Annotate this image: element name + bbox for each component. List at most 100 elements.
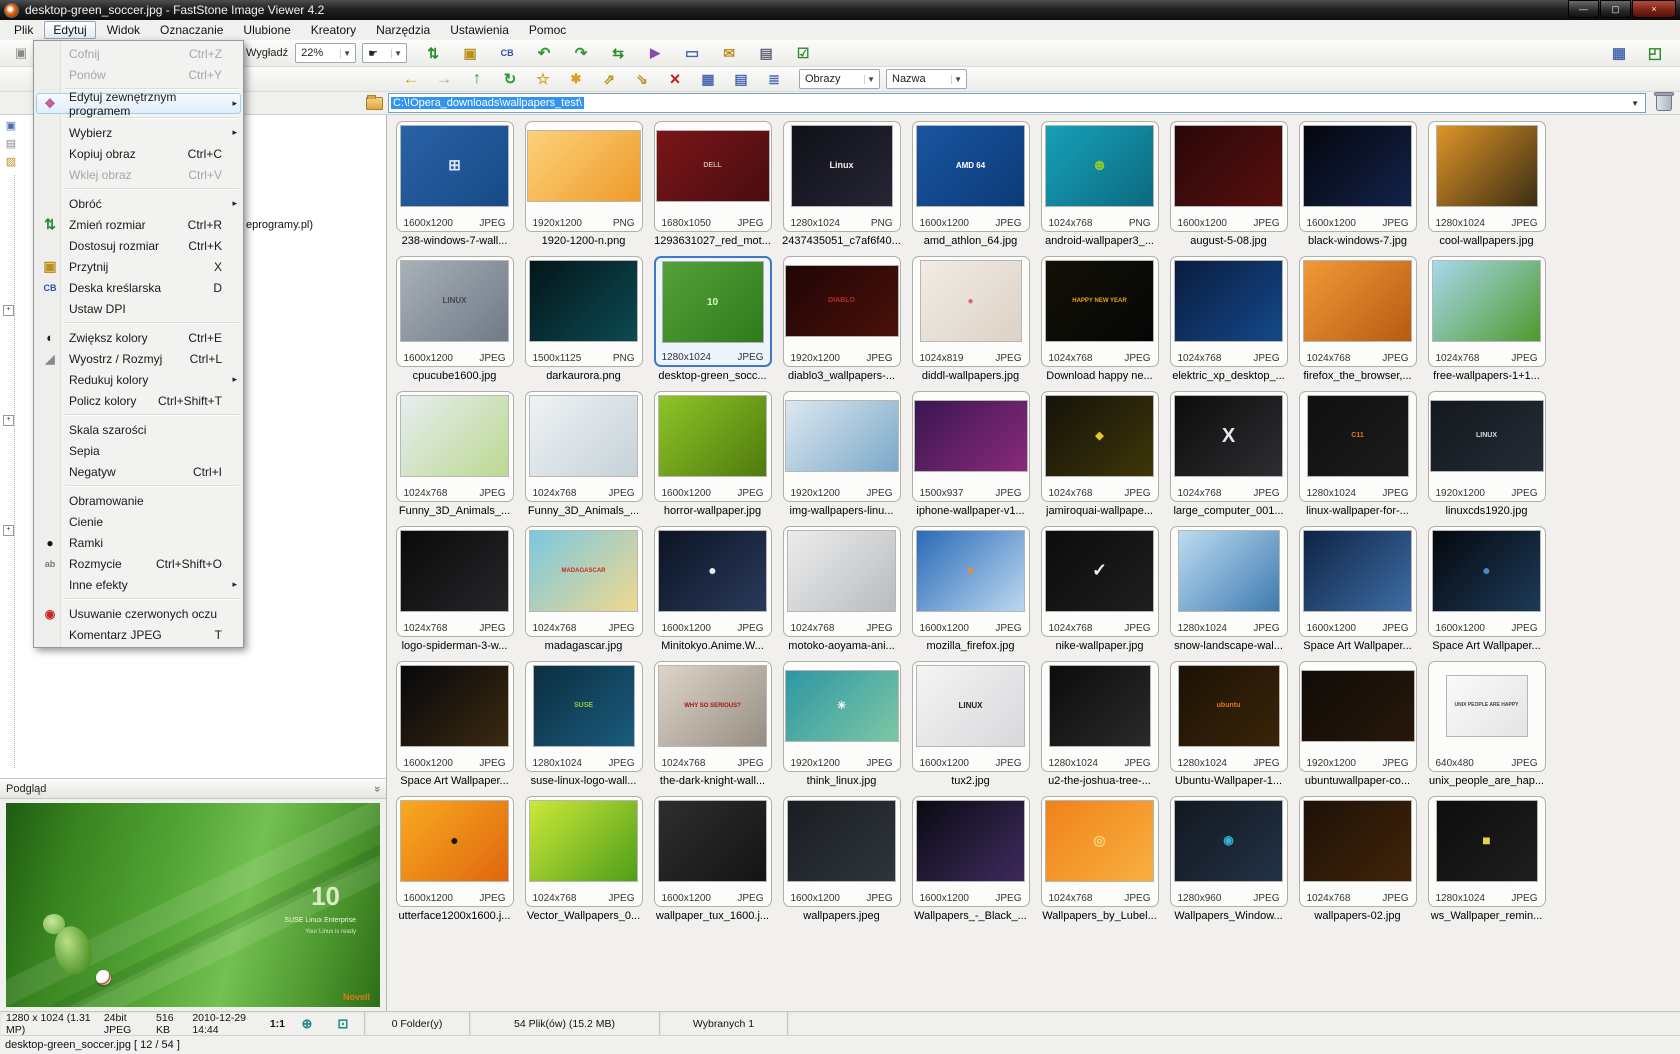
new-folder-icon[interactable]: ✱ <box>561 67 591 91</box>
file-item[interactable]: 1920x1200 JPEG img-wallpapers-linu... <box>777 391 906 526</box>
delete-icon[interactable]: × <box>660 67 690 91</box>
favorites-icon[interactable]: ☆ <box>528 67 558 91</box>
forward-icon[interactable]: → <box>429 67 459 91</box>
file-item[interactable]: 1600x1200 JPEG august-5-08.jpg <box>1164 121 1293 256</box>
file-item[interactable]: 1600x1200 JPEG horror-wallpaper.jpg <box>648 391 777 526</box>
file-item[interactable]: 1920x1200 JPEG ubuntuwallpaper-co... <box>1293 661 1422 796</box>
file-item[interactable]: LINUX 1600x1200 JPEG tux2.jpg <box>906 661 1035 796</box>
file-item[interactable]: 1500x1125 PNG darkaurora.png <box>519 256 648 391</box>
panel-toggle-icon[interactable]: ▣ <box>6 41 36 65</box>
file-item[interactable]: ☻ 1024x768 PNG android-wallpaper3_... <box>1035 121 1164 256</box>
file-item[interactable]: LINUX 1920x1200 JPEG linuxcds1920.jpg <box>1422 391 1551 526</box>
file-item[interactable]: 1024x768 JPEG motoko-aoyama-ani... <box>777 526 906 661</box>
menu-item-redukuj-kolory[interactable]: Redukuj kolory▸ <box>36 369 241 390</box>
trash-icon[interactable] <box>1656 95 1672 111</box>
fit-window-icon[interactable]: ⊡ <box>328 1012 358 1036</box>
menu-narzędzia[interactable]: Narzędzia <box>367 21 439 39</box>
collapse-chevron-icon[interactable]: » <box>371 785 383 791</box>
file-item[interactable]: AMD 64 1600x1200 JPEG amd_athlon_64.jpg <box>906 121 1035 256</box>
file-item[interactable]: 1600x1200 JPEG black-windows-7.jpg <box>1293 121 1422 256</box>
compare-icon[interactable]: ⇆ <box>603 41 633 65</box>
file-item[interactable]: Linux 1280x1024 PNG 2437435051_c7af6f40.… <box>777 121 906 256</box>
file-item[interactable]: DIABLO 1920x1200 JPEG diablo3_wallpapers… <box>777 256 906 391</box>
zoom-select[interactable]: 22%▼ <box>295 43 356 63</box>
file-item[interactable]: 1280x1024 JPEG cool-wallpapers.jpg <box>1422 121 1551 256</box>
file-item[interactable]: 1280x1024 JPEG snow-landscape-wal... <box>1164 526 1293 661</box>
file-item[interactable]: 1024x768 JPEG wallpapers-02.jpg <box>1293 796 1422 931</box>
file-item[interactable]: ● 1600x1200 JPEG Minitokyo.Anime.W... <box>648 526 777 661</box>
menu-item-obramowanie[interactable]: Obramowanie <box>36 490 241 511</box>
file-item[interactable]: ● 1600x1200 JPEG Space Art Wallpaper... <box>1422 526 1551 661</box>
details-view-icon[interactable]: ▤ <box>726 67 756 91</box>
move-to-icon[interactable]: ⇗ <box>594 67 624 91</box>
file-item[interactable]: 1024x768 JPEG Funny_3D_Animals_... <box>390 391 519 526</box>
tree-node-fragment[interactable]: eprogramy.pl) <box>246 219 313 231</box>
file-item[interactable]: SUSE 1280x1024 JPEG suse-linux-logo-wall… <box>519 661 648 796</box>
menu-item-inne-efekty[interactable]: Inne efekty▸ <box>36 574 241 595</box>
menu-item-wklej-obraz[interactable]: Wklej obrazCtrl+V <box>36 164 241 185</box>
crop-icon[interactable]: ▣ <box>455 41 485 65</box>
menu-item-dostosuj-rozmiar[interactable]: Dostosuj rozmiarCtrl+K <box>36 235 241 256</box>
menu-item-zwiększ-kolory[interactable]: ◐Zwiększ koloryCtrl+E <box>36 327 241 348</box>
menu-item-ponów[interactable]: PonówCtrl+Y <box>36 64 241 85</box>
drawboard-icon[interactable]: CB <box>492 41 522 65</box>
file-item[interactable]: 1024x768 JPEG Funny_3D_Animals_... <box>519 391 648 526</box>
actual-size-icon[interactable]: ⊕ <box>292 1012 322 1036</box>
file-item[interactable]: LINUX 1600x1200 JPEG cpucube1600.jpg <box>390 256 519 391</box>
menu-item-kopiuj-obraz[interactable]: Kopiuj obrazCtrl+C <box>36 143 241 164</box>
menu-plik[interactable]: Plik <box>5 21 42 39</box>
file-item[interactable]: UNIX PEOPLE ARE HAPPY 640x480 JPEG unix_… <box>1422 661 1551 796</box>
close-button[interactable]: × <box>1632 0 1676 18</box>
file-item[interactable]: C11 1280x1024 JPEG linux-wallpaper-for-.… <box>1293 391 1422 526</box>
menu-item-przytnij[interactable]: ▣PrzytnijX <box>36 256 241 277</box>
menu-item-skala-szarości[interactable]: Skala szarości <box>36 419 241 440</box>
file-item[interactable]: ☀ 1920x1200 JPEG think_linux.jpg <box>777 661 906 796</box>
file-item[interactable]: ● 1024x819 JPEG diddl-wallpapers.jpg <box>906 256 1035 391</box>
file-item[interactable]: 1600x1200 JPEG Space Art Wallpaper... <box>390 661 519 796</box>
menu-kreatory[interactable]: Kreatory <box>302 21 365 39</box>
rotate-left-icon[interactable]: ↶ <box>529 41 559 65</box>
file-item[interactable]: ◆ 1024x768 JPEG jamiroquai-wallpape... <box>1035 391 1164 526</box>
file-item[interactable]: 1600x1200 JPEG Space Art Wallpaper... <box>1293 526 1422 661</box>
email-icon[interactable]: ✉ <box>714 41 744 65</box>
back-icon[interactable]: ← <box>396 67 426 91</box>
resize-icon[interactable]: ⇅ <box>418 41 448 65</box>
file-item[interactable]: ⊞ 1600x1200 JPEG 238-windows-7-wall... <box>390 121 519 256</box>
path-input[interactable]: C:\!Opera_downloads\wallpapers_test\ ▼ <box>388 93 1646 113</box>
file-item[interactable]: WHY SO SERIOUS? 1024x768 JPEG the-dark-k… <box>648 661 777 796</box>
file-item[interactable]: 1024x768 JPEG Vector_Wallpapers_0... <box>519 796 648 931</box>
menu-item-usuwanie-czerwonych-oczu[interactable]: ◉Usuwanie czerwonych oczu <box>36 603 241 624</box>
menu-item-obróć[interactable]: Obróć▸ <box>36 193 241 214</box>
menu-item-negatyw[interactable]: NegatywCtrl+I <box>36 461 241 482</box>
menu-item-ustaw-dpi[interactable]: Ustaw DPI <box>36 298 241 319</box>
file-item[interactable]: ● 1600x1200 JPEG utterface1200x1600.j... <box>390 796 519 931</box>
file-item[interactable]: 1600x1200 JPEG wallpaper_tux_1600.j... <box>648 796 777 931</box>
file-item[interactable]: 1024x768 JPEG free-wallpapers-1+1... <box>1422 256 1551 391</box>
menu-item-komentarz-jpeg[interactable]: Komentarz JPEGT <box>36 624 241 645</box>
thumbnails-view-icon[interactable]: ▦ <box>693 67 723 91</box>
menu-item-rozmycie[interactable]: abRozmycieCtrl+Shift+O <box>36 553 241 574</box>
menu-item-cofnij[interactable]: CofnijCtrl+Z <box>36 43 241 64</box>
menu-edytuj[interactable]: Edytuj <box>44 21 95 39</box>
tree-expand-icon[interactable]: + <box>3 415 14 426</box>
file-item[interactable]: 1024x768 JPEG logo-spiderman-3-w... <box>390 526 519 661</box>
fullscreen-icon[interactable]: ◰ <box>1640 41 1670 65</box>
menu-pomoc[interactable]: Pomoc <box>520 21 575 39</box>
file-item[interactable]: 1280x1024 JPEG u2-the-joshua-tree-... <box>1035 661 1164 796</box>
file-item[interactable]: 1600x1200 JPEG wallpapers.jpeg <box>777 796 906 931</box>
file-item[interactable]: ✓ 1024x768 JPEG nike-wallpaper.jpg <box>1035 526 1164 661</box>
menu-widok[interactable]: Widok <box>98 21 149 39</box>
menu-ulubione[interactable]: Ulubione <box>234 21 299 39</box>
hand-tool-select[interactable]: ☛▼ <box>362 43 407 63</box>
list-view-icon[interactable]: ≣ <box>759 67 789 91</box>
file-item[interactable]: HAPPY NEW YEAR 1024x768 JPEG Download ha… <box>1035 256 1164 391</box>
file-item[interactable]: MADAGASCAR 1024x768 JPEG madagascar.jpg <box>519 526 648 661</box>
file-item[interactable]: 1500x937 JPEG iphone-wallpaper-v1... <box>906 391 1035 526</box>
menu-ustawienia[interactable]: Ustawienia <box>441 21 518 39</box>
sort-select[interactable]: Nazwa▼ <box>886 69 967 89</box>
file-item[interactable]: 1600x1200 JPEG Wallpapers_-_Black_... <box>906 796 1035 931</box>
tree-expand-icon[interactable]: + <box>3 525 14 536</box>
rotate-right-icon[interactable]: ↷ <box>566 41 596 65</box>
maximize-button[interactable]: ▢ <box>1600 0 1631 18</box>
refresh-icon[interactable]: ↻ <box>495 67 525 91</box>
